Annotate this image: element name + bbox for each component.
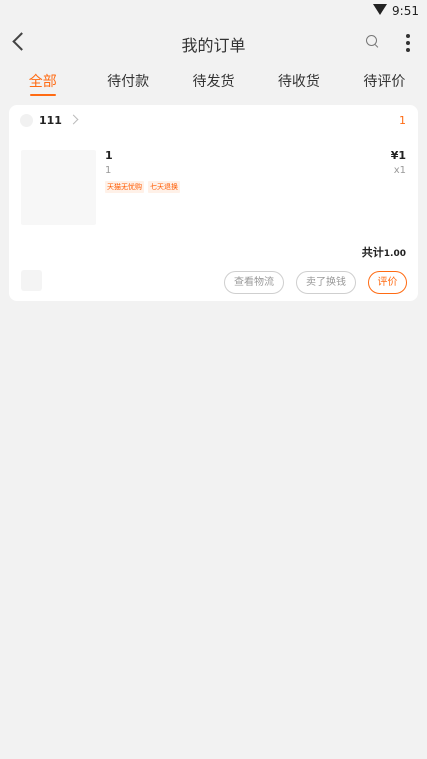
product-thumbnail[interactable] <box>21 150 96 225</box>
total-label: 共计 <box>361 246 384 259</box>
product-price: ¥1 <box>390 149 406 162</box>
nav-bar: 我的订单 <box>0 22 427 62</box>
product-spec: 1 <box>105 165 112 176</box>
product-tags: 天猫无忧购 七天退换 <box>105 181 180 193</box>
order-total: 共计1.00 <box>362 244 406 260</box>
product-title[interactable]: 1 <box>105 149 113 162</box>
tab-all[interactable]: 全部 <box>0 62 85 104</box>
chevron-right-icon[interactable] <box>68 114 79 125</box>
page-title: 我的订单 <box>181 36 246 55</box>
store-name[interactable]: 111 <box>39 114 62 127</box>
order-card[interactable]: 111 1 1 1 天猫无忧购 七天退换 ¥1 x1 共计1.00 查看物流 卖… <box>9 105 418 301</box>
total-value: 1.00 <box>383 249 406 259</box>
search-icon[interactable] <box>366 35 379 48</box>
status-bar: 9:51 <box>0 0 427 22</box>
view-logistics-button[interactable]: 查看物流 <box>224 271 284 294</box>
order-tabs: 全部 待付款 待发货 待收货 待评价 <box>0 62 427 104</box>
review-button[interactable]: 评价 <box>368 271 407 294</box>
tag-worry-free: 天猫无忧购 <box>105 181 144 193</box>
tab-pending-review[interactable]: 待评价 <box>342 62 427 104</box>
tab-pending-payment[interactable]: 待付款 <box>85 62 170 104</box>
tag-seven-day-return: 七天退换 <box>148 181 180 193</box>
more-actions-button[interactable] <box>21 270 42 291</box>
tab-pending-receipt[interactable]: 待收货 <box>256 62 341 104</box>
more-vertical-icon[interactable] <box>405 34 411 52</box>
status-time: 9:51 <box>392 4 419 18</box>
resell-button[interactable]: 卖了换钱 <box>296 271 356 294</box>
store-avatar <box>20 114 33 127</box>
tab-pending-shipment[interactable]: 待发货 <box>171 62 256 104</box>
order-status: 1 <box>399 114 406 127</box>
product-quantity: x1 <box>393 165 406 176</box>
wifi-icon <box>373 4 387 15</box>
